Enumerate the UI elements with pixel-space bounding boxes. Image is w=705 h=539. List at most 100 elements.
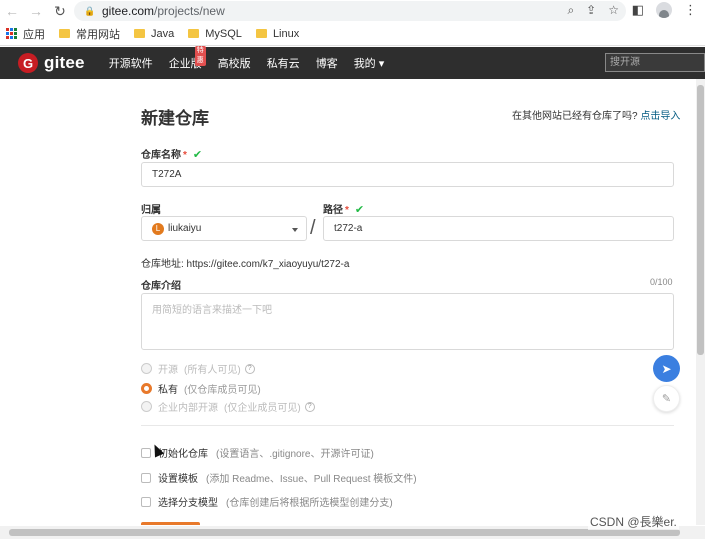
gitee-logo[interactable]: G gitee (18, 53, 85, 73)
chevron-down-icon (292, 228, 298, 232)
option-template[interactable]: 设置模板 (添加 Readme、Issue、Pull Request 模板文件) (141, 470, 417, 485)
repo-address: 仓库地址: https://gitee.com/k7_xiaoyuyu/t272… (141, 259, 350, 270)
profile-icon[interactable] (656, 2, 672, 18)
menu-icon[interactable]: ⋮ (684, 2, 697, 18)
option-label: 选择分支模型 (158, 498, 218, 509)
owner-select[interactable]: L liukaiyu (141, 216, 307, 241)
address-bar-icons: ⌕ ⇪ ☆ (567, 3, 619, 18)
description-label: 仓库介绍 (141, 281, 181, 292)
owner-value: liukaiyu (168, 223, 202, 234)
visibility-enterprise-internal[interactable]: 企业内部开源 (仅企业成员可见) ? (141, 399, 315, 414)
visibility-note: (仅企业成员可见) (224, 403, 301, 414)
radio-button-selected[interactable] (141, 383, 152, 394)
back-icon[interactable]: ← (0, 0, 24, 22)
bookmark-label: 常用网站 (76, 28, 120, 41)
apps-grid-icon (6, 28, 17, 39)
reload-icon[interactable]: ↻ (48, 0, 72, 22)
help-icon[interactable]: ? (244, 363, 255, 374)
section-divider (141, 425, 674, 426)
side-panel-icon[interactable]: ◧ (632, 2, 644, 18)
visibility-note: (所有人可见) (184, 365, 241, 376)
gitee-logo-text: gitee (44, 53, 85, 72)
option-note: (添加 Readme、Issue、Pull Request 模板文件) (206, 474, 417, 485)
folder-icon (188, 29, 200, 38)
path-separator: / (310, 217, 316, 239)
bookmarks-bar: 应用 常用网站 Java MySQL Linux (0, 22, 705, 46)
nav-education[interactable]: 高校版 (218, 55, 251, 71)
star-icon[interactable]: ☆ (608, 3, 619, 18)
feedback-icon[interactable]: ✎ (653, 385, 680, 412)
zoom-icon[interactable]: ⌕ (567, 3, 574, 18)
address-bar[interactable]: 🔒 gitee.com/projects/new (74, 1, 626, 21)
promo-badge: 特惠 (194, 46, 206, 66)
main-nav: 开源软件 企业版 特惠 高校版 私有云 博客 我的 ▾ (109, 46, 401, 71)
share-icon[interactable]: ⇪ (586, 3, 596, 18)
radio-button[interactable] (141, 401, 152, 412)
folder-icon (134, 29, 145, 38)
scrollbar-thumb[interactable] (9, 529, 680, 536)
avatar: L (152, 222, 164, 235)
vertical-scrollbar[interactable] (696, 79, 705, 525)
help-icon[interactable]: ? (304, 401, 315, 412)
nav-private-cloud[interactable]: 私有云 (267, 55, 300, 71)
site-search-input[interactable]: 搜开源 (605, 53, 705, 72)
bookmark-label: MySQL (205, 27, 242, 40)
watermark: CSDN @長樂er. (588, 513, 679, 530)
repo-name-field[interactable]: T272A (141, 162, 674, 187)
required-mark: * (345, 205, 349, 216)
gitee-logo-icon: G (18, 53, 38, 73)
description-counter: 0/100 (650, 277, 673, 287)
import-text: 在其他网站已经有仓库了吗? (512, 111, 638, 122)
bookmark-java[interactable]: Java (134, 28, 174, 40)
bookmark-label: 应用 (23, 28, 45, 41)
chat-icon[interactable]: ➤ (653, 355, 680, 382)
page-title: 新建仓库 (141, 109, 209, 128)
browser-toolbar: ← → ↻ 🔒 gitee.com/projects/new ⌕ ⇪ ☆ ◧ ⋮ (0, 0, 705, 22)
option-note: (仓库创建后将根据所选模型创建分支) (226, 498, 393, 509)
visibility-private[interactable]: 私有 (仅仓库成员可见) (141, 381, 261, 396)
nav-open-source[interactable]: 开源软件 (109, 55, 153, 71)
visibility-label: 开源 (158, 365, 178, 376)
scrollbar-thumb[interactable] (697, 85, 704, 355)
checkbox[interactable] (141, 447, 151, 458)
bookmark-apps[interactable]: 应用 (6, 26, 45, 42)
visibility-note: (仅仓库成员可见) (184, 385, 261, 396)
repo-name-label: 仓库名称 * ✔ (141, 146, 202, 161)
folder-icon (59, 29, 70, 38)
bookmark-mysql[interactable]: MySQL (188, 28, 242, 40)
url-path: /projects/new (154, 4, 225, 18)
checkbox[interactable] (141, 496, 151, 507)
import-prompt: 在其他网站已经有仓库了吗? 点击导入 (512, 107, 680, 122)
repo-name-label-text: 仓库名称 (141, 150, 181, 161)
nav-blog[interactable]: 博客 (316, 55, 338, 71)
import-link[interactable]: 点击导入 (640, 111, 680, 122)
new-repo-page: 新建仓库 在其他网站已经有仓库了吗? 点击导入 仓库名称 * ✔ T272A 归属 … (0, 79, 705, 525)
checkbox[interactable] (141, 472, 151, 483)
option-branch-model[interactable]: 选择分支模型 (仓库创建后将根据所选模型创建分支) (141, 494, 393, 509)
create-button[interactable] (141, 522, 200, 525)
visibility-label: 企业内部开源 (158, 403, 218, 414)
bookmark-common-sites[interactable]: 常用网站 (59, 26, 120, 42)
forward-icon[interactable]: → (24, 0, 48, 22)
bookmark-linux[interactable]: Linux (255, 27, 300, 40)
url-host: gitee.com (102, 4, 155, 18)
option-init-repo[interactable]: 初始化仓库 (设置语言、.gitignore、开源许可证) (141, 445, 374, 460)
folder-icon (255, 29, 267, 38)
bookmark-label: Linux (272, 27, 300, 40)
radio-button[interactable] (141, 363, 152, 374)
visibility-open-source[interactable]: 开源 (所有人可见) ? (141, 361, 255, 376)
description-textarea[interactable]: 用简短的语言来描述一下吧 (141, 293, 674, 350)
nav-mine[interactable]: 我的 ▾ (354, 55, 385, 71)
owner-label: 归属 (141, 205, 161, 216)
option-label: 设置模板 (158, 474, 198, 485)
option-note: (设置语言、.gitignore、开源许可证) (216, 449, 374, 460)
valid-check-icon: ✔ (192, 149, 203, 161)
nav-enterprise[interactable]: 企业版 特惠 (169, 46, 206, 71)
lock-icon: 🔒 (84, 6, 96, 16)
valid-check-icon: ✔ (354, 204, 365, 216)
bookmark-label: Java (151, 27, 175, 40)
path-field[interactable]: t272-a (323, 216, 674, 241)
browser-actions: ◧ ⋮ (632, 2, 697, 18)
visibility-label: 私有 (158, 385, 178, 396)
site-header: G gitee 开源软件 企业版 特惠 高校版 私有云 博客 我的 ▾ 搜开源 (0, 46, 705, 79)
